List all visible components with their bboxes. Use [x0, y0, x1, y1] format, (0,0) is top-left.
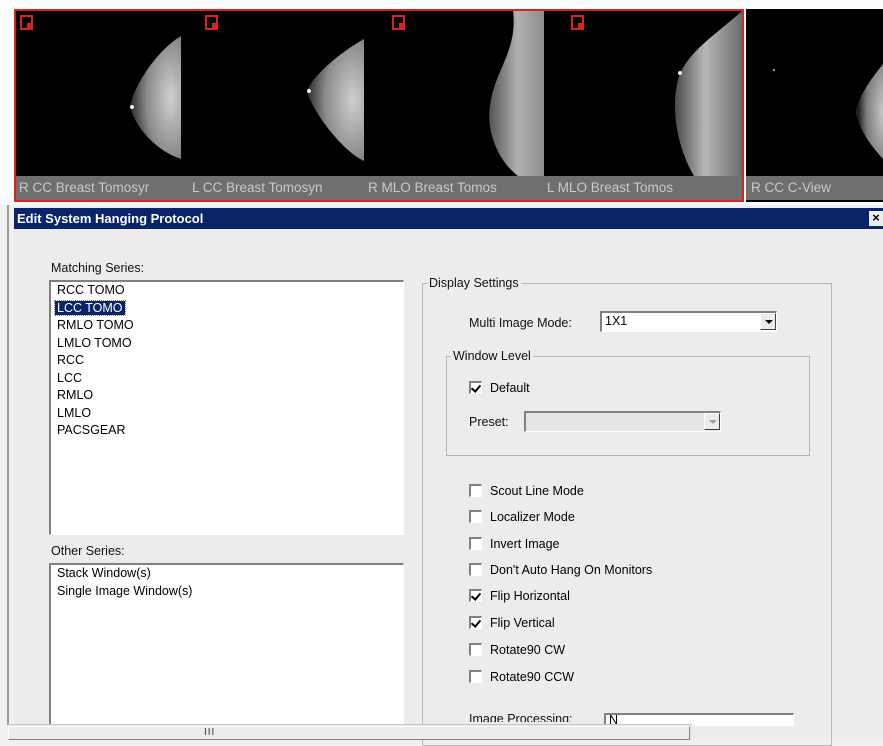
- option-checkbox-label: Localizer Mode: [490, 510, 575, 524]
- series-marker: [205, 15, 218, 30]
- option-checkbox[interactable]: [469, 537, 482, 550]
- dialog-title: Edit System Hanging Protocol: [17, 211, 204, 226]
- edit-hanging-protocol-dialog: Edit System Hanging Protocol × Matching …: [14, 208, 883, 746]
- close-icon: ×: [872, 210, 880, 225]
- matching-series-label: Matching Series:: [51, 261, 145, 275]
- window-edge: [7, 205, 9, 725]
- window-level-legend: Window Level: [453, 349, 531, 363]
- breast-image-lmlo: [674, 11, 742, 176]
- window-level-group: Window Level: [446, 349, 810, 456]
- list-item-label: LMLO TOMO: [57, 335, 132, 350]
- viewport-caption: R CC Breast Tomosyr: [19, 180, 150, 195]
- list-item[interactable]: Stack Window(s): [51, 565, 403, 583]
- list-item[interactable]: LCC: [51, 370, 403, 388]
- option-checkbox-label: Invert Image: [490, 537, 560, 551]
- viewport-caption-bar: R CC C-View: [746, 176, 883, 200]
- viewport-caption-bar: R CC Breast Tomosyr L CC Breast Tomosyn …: [16, 176, 742, 200]
- option-checkbox[interactable]: [469, 616, 482, 629]
- list-item[interactable]: LMLO TOMO: [51, 335, 403, 353]
- viewport-caption: L CC Breast Tomosyn: [192, 180, 323, 195]
- option-checkbox[interactable]: [469, 589, 482, 602]
- display-settings-legend: Display Settings: [429, 276, 519, 290]
- list-item[interactable]: LCC TOMO: [51, 299, 403, 318]
- breast-image-rmlo: [489, 11, 544, 176]
- breast-image-lcc: [307, 39, 364, 161]
- breast-image-rcc: [130, 36, 181, 159]
- scrollbar-thumb[interactable]: III: [8, 726, 690, 740]
- close-button[interactable]: ×: [869, 211, 883, 226]
- other-series-listbox[interactable]: Stack Window(s) Single Image Window(s): [49, 563, 404, 740]
- option-checkbox[interactable]: [469, 510, 482, 523]
- list-item-label: RCC TOMO: [57, 283, 125, 297]
- list-item-label: PACSGEAR: [57, 423, 126, 437]
- option-checkbox-label: Rotate90 CCW: [490, 670, 575, 684]
- viewport-rcc-tomo[interactable]: [16, 11, 192, 176]
- list-item[interactable]: RMLO TOMO: [51, 317, 403, 335]
- viewport-lcc-tomo[interactable]: [192, 11, 368, 176]
- option-checkbox-label: Rotate90 CW: [490, 643, 566, 657]
- option-checkbox[interactable]: [469, 670, 482, 683]
- series-marker: [20, 15, 33, 30]
- viewport-rmlo-tomo[interactable]: [368, 11, 544, 176]
- option-checkbox-label: Flip Horizontal: [490, 589, 570, 603]
- list-item[interactable]: Single Image Window(s): [51, 583, 403, 601]
- option-checkbox-label: Flip Vertical: [490, 616, 555, 630]
- dialog-title-bar[interactable]: Edit System Hanging Protocol ×: [14, 208, 883, 229]
- preset-select[interactable]: [524, 411, 721, 432]
- list-item-label: LMLO: [57, 405, 92, 420]
- series-marker: [392, 15, 405, 30]
- default-checkbox-label: Default: [490, 381, 530, 395]
- option-checkbox[interactable]: [469, 643, 482, 656]
- option-checkbox[interactable]: [469, 563, 482, 576]
- other-series-label: Other Series:: [51, 544, 125, 558]
- list-item[interactable]: RCC: [51, 352, 403, 370]
- list-item[interactable]: RMLO: [51, 387, 403, 405]
- chevron-down-icon[interactable]: [704, 413, 720, 430]
- multi-image-mode-select[interactable]: 1X1: [600, 311, 777, 332]
- preset-label: Preset:: [469, 415, 509, 429]
- horizontal-scrollbar[interactable]: III: [8, 724, 692, 740]
- option-checkbox-label: Don't Auto Hang On Monitors: [490, 563, 653, 577]
- image-viewer: R CC Breast Tomosyr L CC Breast Tomosyn …: [0, 0, 883, 205]
- option-checkbox[interactable]: [469, 484, 482, 497]
- multi-image-mode-value: 1X1: [605, 314, 628, 328]
- chevron-down-icon[interactable]: [760, 313, 776, 330]
- list-item-label: RCC: [57, 353, 85, 367]
- viewport-caption: R CC C-View: [751, 180, 832, 195]
- list-item-label: Single Image Window(s): [57, 583, 193, 598]
- viewport-rcc-cview[interactable]: R CC C-View: [746, 9, 883, 202]
- list-item-label: LCC: [57, 370, 83, 385]
- list-item[interactable]: LMLO: [51, 405, 403, 423]
- list-item-label: Stack Window(s): [57, 566, 151, 580]
- viewport-lmlo-tomo[interactable]: [544, 11, 742, 176]
- list-item[interactable]: RCC TOMO: [51, 282, 403, 300]
- list-item-label: LCC TOMO: [54, 299, 126, 316]
- option-checkbox-label: Scout Line Mode: [490, 484, 584, 498]
- grip-icon: III: [204, 727, 216, 738]
- hanging-group-frame: R CC Breast Tomosyr L CC Breast Tomosyn …: [14, 9, 744, 202]
- matching-series-listbox[interactable]: RCC TOMO LCC TOMO RMLO TOMO LMLO TOMO RCC LCC…: [49, 280, 404, 535]
- viewport-caption: R MLO Breast Tomos: [368, 180, 497, 195]
- image-processing-label: Image Processing:: [469, 712, 573, 722]
- list-item-label: RMLO: [57, 388, 94, 402]
- series-marker: [571, 15, 584, 30]
- breast-image-rcc-cview: [773, 64, 883, 159]
- multi-image-mode-label: Multi Image Mode:: [469, 316, 572, 330]
- list-item[interactable]: PACSGEAR: [51, 422, 403, 440]
- display-settings-group: Display Settings: [422, 276, 832, 746]
- viewport-caption: L MLO Breast Tomos: [547, 180, 674, 195]
- default-checkbox[interactable]: [469, 381, 482, 394]
- list-item-label: RMLO TOMO: [57, 318, 134, 332]
